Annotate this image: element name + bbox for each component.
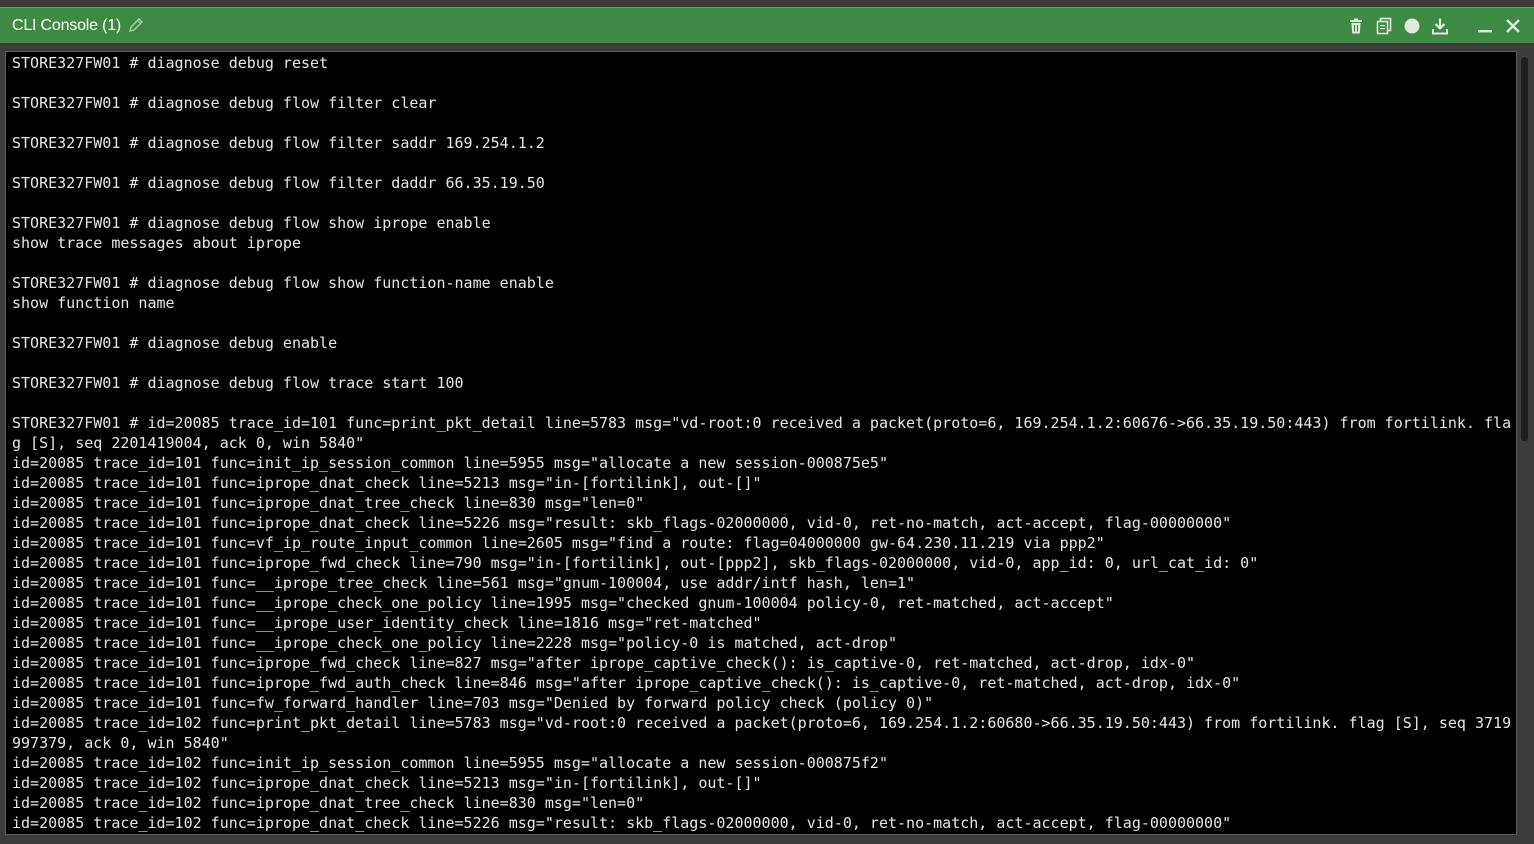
console-line: id=20085 trace_id=102 func=iprope_dnat_c…: [12, 774, 762, 792]
console-line: id=20085 trace_id=101 func=init_ip_sessi…: [12, 454, 888, 472]
titlebar: CLI Console (1): [0, 7, 1534, 43]
console-output[interactable]: STORE327FW01 # diagnose debug reset STOR…: [12, 53, 1516, 833]
download-icon[interactable]: [1431, 17, 1449, 35]
console-line: STORE327FW01 # diagnose debug flow filte…: [12, 134, 545, 152]
console-line: id=20085 trace_id=102 func=print_pkt_det…: [12, 714, 1512, 752]
console-line: id=20085 trace_id=102 func=iprope_dnat_c…: [12, 814, 1232, 832]
console-line: id=20085 trace_id=101 func=iprope_fwd_au…: [12, 674, 1241, 692]
top-strip: [0, 0, 1534, 7]
cli-console-window: CLI Console (1) STORE327FW01 # diagnose …: [0, 7, 1534, 844]
copy-icon[interactable]: [1375, 17, 1393, 35]
close-icon[interactable]: [1504, 17, 1522, 35]
pencil-icon[interactable]: [128, 17, 144, 33]
console-line: show function name: [12, 294, 175, 312]
console-line: id=20085 trace_id=101 func=__iprope_chec…: [12, 594, 1114, 612]
window-title: CLI Console (1): [12, 17, 122, 34]
console-scrollbar[interactable]: [1518, 57, 1530, 837]
minimize-icon[interactable]: [1476, 17, 1494, 35]
console-line: id=20085 trace_id=102 func=iprope_dnat_t…: [12, 794, 645, 812]
console-line: id=20085 trace_id=101 func=iprope_dnat_c…: [12, 514, 1232, 532]
console-line: id=20085 trace_id=101 func=__iprope_tree…: [12, 574, 916, 592]
scrollbar-thumb[interactable]: [1521, 57, 1528, 441]
console-line: id=20085 trace_id=101 func=fw_forward_ha…: [12, 694, 934, 712]
console-line: STORE327FW01 # id=20085 trace_id=101 fun…: [12, 414, 1512, 452]
console-line: id=20085 trace_id=101 func=__iprope_chec…: [12, 634, 898, 652]
console-line: STORE327FW01 # diagnose debug flow show …: [12, 274, 554, 292]
console-line: STORE327FW01 # diagnose debug flow trace…: [12, 374, 464, 392]
console-line: id=20085 trace_id=101 func=iprope_fwd_ch…: [12, 654, 1196, 672]
console-line: STORE327FW01 # diagnose debug flow show …: [12, 214, 491, 232]
record-icon[interactable]: [1403, 17, 1421, 35]
console-line: id=20085 trace_id=101 func=iprope_fwd_ch…: [12, 554, 1259, 572]
console-line: id=20085 trace_id=102 func=init_ip_sessi…: [12, 754, 888, 772]
trash-icon[interactable]: [1347, 17, 1365, 35]
console-line: STORE327FW01 # diagnose debug reset: [12, 54, 329, 72]
console-line: id=20085 trace_id=101 func=iprope_dnat_t…: [12, 494, 645, 512]
console-line: STORE327FW01 # diagnose debug enable: [12, 334, 338, 352]
console-line: id=20085 trace_id=101 func=vf_ip_route_i…: [12, 534, 1105, 552]
console-line: STORE327FW01 # diagnose debug flow filte…: [12, 174, 545, 192]
console-line: id=20085 trace_id=101 func=iprope_dnat_c…: [12, 474, 762, 492]
console-line: show trace messages about iprope: [12, 234, 301, 252]
console-line: STORE327FW01 # diagnose debug flow filte…: [12, 94, 437, 112]
console-terminal[interactable]: STORE327FW01 # diagnose debug reset STOR…: [5, 51, 1517, 835]
console-line: id=20085 trace_id=101 func=__iprope_user…: [12, 614, 762, 632]
